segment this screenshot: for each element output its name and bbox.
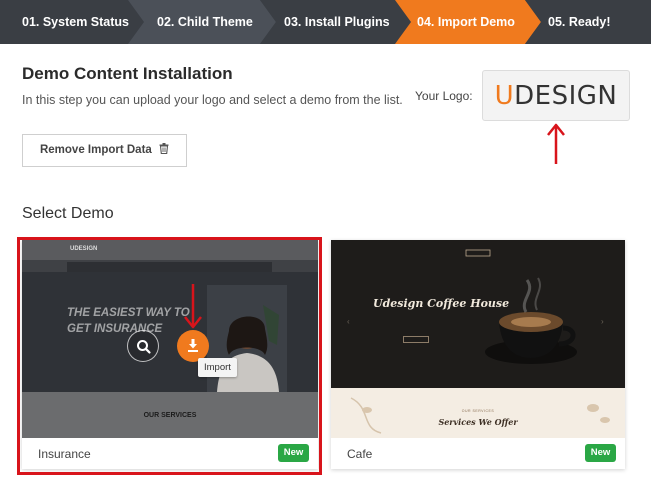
demo-card-footer: Cafe New (331, 438, 625, 469)
thumb-cafe-services-title: Services We Offer (438, 417, 518, 427)
thumb-header-bar (22, 240, 318, 260)
logo-letters-rest: DESIGN (514, 81, 618, 111)
demo-thumbnail-cafe: ‹ › Udesign Coffee House OUR SERVICES Se… (331, 240, 625, 438)
thumb-headline-line-1: THE EASIEST WAY TO (67, 307, 190, 319)
preview-search-button[interactable] (127, 330, 159, 362)
thumb-cafe-services-sub: OUR SERVICES (461, 409, 495, 413)
step-install-plugins[interactable]: 03. Install Plugins (284, 0, 390, 44)
page-title: Demo Content Installation (22, 64, 233, 83)
thumb-nav-bar (67, 262, 272, 272)
logo-letter-u: U (494, 81, 515, 111)
import-tooltip: Import (198, 358, 237, 377)
select-demo-heading: Select Demo (22, 205, 114, 222)
step-ready[interactable]: 05. Ready! (548, 0, 611, 44)
step-child-theme[interactable]: 02. Child Theme (157, 0, 253, 44)
setup-steps-bar: 01. System Status 02. Child Theme 03. In… (0, 0, 651, 44)
svg-text:›: › (601, 317, 604, 326)
thumb-coffee-beans-decor (350, 397, 610, 434)
step-import-demo[interactable]: 04. Import Demo (417, 0, 515, 44)
logo-upload-box[interactable]: UDESIGN (482, 70, 630, 121)
remove-import-data-button[interactable]: Remove Import Data (22, 134, 187, 167)
logo-preview: UDESIGN (483, 71, 629, 120)
remove-import-data-label: Remove Import Data (39, 144, 152, 156)
demo-thumbnail-insurance: UDESIGN THE EASIEST WAY TO GET INSURANCE… (22, 240, 318, 438)
arrow-up-icon (547, 123, 565, 164)
search-icon (137, 340, 151, 354)
trash-icon (159, 143, 169, 155)
thumb-coffee-cup: ‹ › (347, 249, 604, 364)
step-system-status[interactable]: 01. System Status (22, 0, 129, 44)
demo-name-cafe: Cafe (347, 447, 373, 461)
page-subtitle: In this step you can upload your logo an… (22, 93, 403, 107)
logo-label: Your Logo: (415, 89, 473, 103)
thumb-logo: UDESIGN (70, 246, 98, 252)
new-badge: New (278, 444, 309, 462)
thumb-services-title: OUR SERVICES (143, 412, 197, 419)
thumb-cafe-title: Udesign Coffee House (373, 297, 510, 310)
demo-name-insurance: Insurance (38, 447, 91, 461)
demo-card-footer: Insurance New (22, 438, 318, 469)
thumb-cafe-button (403, 336, 429, 343)
demo-card-insurance[interactable]: UDESIGN THE EASIEST WAY TO GET INSURANCE… (22, 240, 318, 469)
new-badge: New (585, 444, 616, 462)
svg-text:‹: ‹ (347, 317, 350, 326)
demo-card-cafe[interactable]: ‹ › Udesign Coffee House OUR SERVICES Se… (331, 240, 625, 469)
